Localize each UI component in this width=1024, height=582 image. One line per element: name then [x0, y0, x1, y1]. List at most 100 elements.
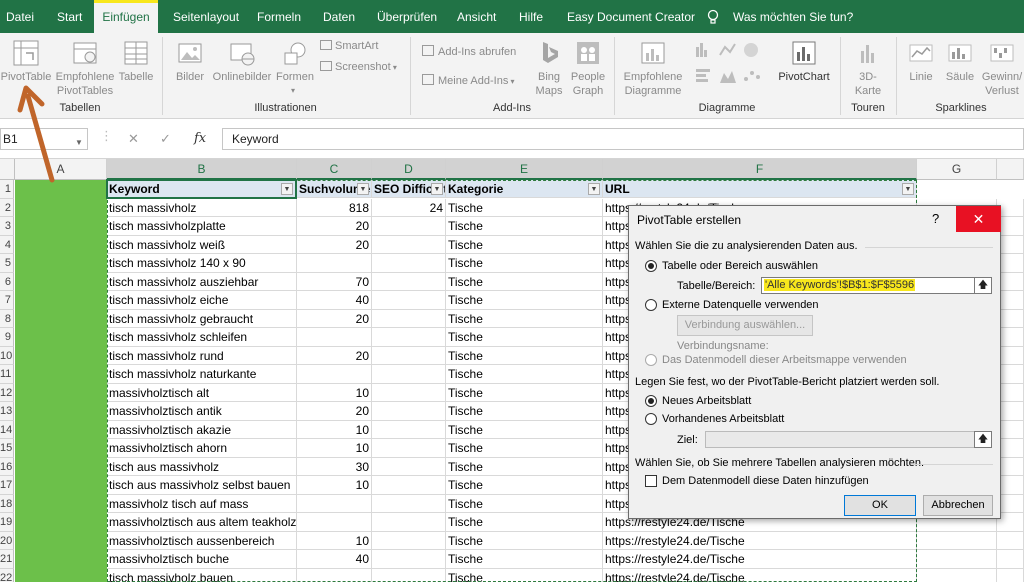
empty-cell[interactable]	[997, 457, 1024, 476]
search-volume-cell[interactable]	[297, 568, 372, 582]
row-header[interactable]: 6	[0, 272, 14, 291]
people-graph-button[interactable]: People Graph	[568, 33, 608, 97]
empty-cell[interactable]	[917, 568, 997, 582]
column-header-h[interactable]	[997, 159, 1024, 180]
filter-dropdown-search-volume[interactable]: ▼	[357, 183, 369, 195]
empty-cell[interactable]	[997, 254, 1024, 273]
radio-table-range[interactable]	[645, 260, 657, 272]
keyword-cell[interactable]: tisch massivholz schleifen	[107, 328, 297, 347]
category-cell[interactable]: Tische	[446, 217, 603, 236]
seo-difficulty-cell[interactable]	[372, 568, 446, 582]
row-header[interactable]: 5	[0, 254, 14, 273]
empty-cell[interactable]	[997, 568, 1024, 582]
empty-cell[interactable]	[997, 309, 1024, 328]
filter-dropdown-seo-difficulty[interactable]: ▼	[431, 183, 443, 195]
seo-difficulty-cell[interactable]	[372, 476, 446, 495]
keyword-cell[interactable]: tisch massivholz naturkante	[107, 365, 297, 384]
category-cell[interactable]: Tische	[446, 420, 603, 439]
seo-difficulty-cell[interactable]	[372, 254, 446, 273]
empty-cell[interactable]	[997, 550, 1024, 569]
row-header[interactable]: 13	[0, 402, 14, 421]
target-input[interactable]	[705, 431, 978, 448]
search-volume-cell[interactable]: 10	[297, 439, 372, 458]
row-header[interactable]: 18	[0, 494, 14, 513]
menu-daten[interactable]: Daten	[323, 0, 355, 33]
search-volume-cell[interactable]	[297, 254, 372, 273]
search-volume-cell[interactable]: 10	[297, 420, 372, 439]
filter-dropdown-category[interactable]: ▼	[588, 183, 600, 195]
row-header[interactable]: 9	[0, 328, 14, 347]
header-cell-url[interactable]: URL	[603, 180, 917, 198]
empty-cell[interactable]	[997, 328, 1024, 347]
category-cell[interactable]: Tische	[446, 550, 603, 569]
empty-cell[interactable]	[997, 531, 1024, 550]
keyword-cell[interactable]: massivholztisch buche	[107, 550, 297, 569]
category-cell[interactable]: Tische	[446, 346, 603, 365]
column-header-e[interactable]: E	[446, 159, 603, 180]
menu-hilfe[interactable]: Hilfe	[519, 0, 543, 33]
row-header[interactable]: 12	[0, 383, 14, 402]
seo-difficulty-cell[interactable]	[372, 291, 446, 310]
keyword-cell[interactable]: tisch massivholz gebraucht	[107, 309, 297, 328]
select-all-corner[interactable]	[0, 159, 15, 180]
seo-difficulty-cell[interactable]: 24	[372, 198, 446, 217]
chart-type-buttons[interactable]	[694, 41, 766, 91]
menu-ansicht[interactable]: Ansicht	[457, 0, 496, 33]
empty-cell[interactable]	[997, 513, 1024, 532]
seo-difficulty-cell[interactable]	[372, 513, 446, 532]
header-cell-keyword[interactable]: Keyword	[107, 180, 297, 198]
pivotchart-button[interactable]: PivotChart	[773, 33, 835, 97]
keyword-cell[interactable]: tisch aus massivholz selbst bauen	[107, 476, 297, 495]
row-header[interactable]: 3	[0, 217, 14, 236]
search-volume-cell[interactable]	[297, 513, 372, 532]
search-volume-cell[interactable]: 10	[297, 476, 372, 495]
category-cell[interactable]: Tische	[446, 568, 603, 582]
help-icon[interactable]: ?	[932, 211, 939, 226]
empty-cell[interactable]	[997, 402, 1024, 421]
category-cell[interactable]: Tische	[446, 328, 603, 347]
search-volume-cell[interactable]: 20	[297, 217, 372, 236]
seo-difficulty-cell[interactable]	[372, 457, 446, 476]
menu-ueberpruefen[interactable]: Überprüfen	[377, 0, 437, 33]
radio-table-range-label[interactable]: Tabelle oder Bereich auswählen	[662, 260, 818, 272]
column-header-f[interactable]: F	[603, 159, 917, 180]
keyword-cell[interactable]: tisch massivholzplatte	[107, 217, 297, 236]
row-header[interactable]: 22	[0, 568, 14, 582]
confirm-icon[interactable]: ✓	[160, 131, 171, 147]
ok-button[interactable]: OK	[844, 495, 916, 516]
seo-difficulty-cell[interactable]	[372, 402, 446, 421]
cancel-icon[interactable]: ✕	[128, 131, 139, 147]
empty-cell[interactable]	[917, 531, 997, 550]
empty-cell[interactable]	[997, 365, 1024, 384]
category-cell[interactable]: Tische	[446, 198, 603, 217]
search-volume-cell[interactable]: 70	[297, 272, 372, 291]
category-cell[interactable]: Tische	[446, 402, 603, 421]
column-header-g[interactable]: G	[917, 159, 997, 180]
screenshot-button[interactable]: Screenshot ▾	[320, 60, 397, 75]
seo-difficulty-cell[interactable]	[372, 328, 446, 347]
row-header[interactable]: 4	[0, 235, 14, 254]
insert-function-icon[interactable]: fx	[194, 131, 206, 146]
empty-cell[interactable]	[997, 476, 1024, 495]
target-collapse-icon[interactable]: 🡅	[974, 431, 992, 448]
close-button[interactable]: ✕	[956, 206, 1001, 232]
search-volume-cell[interactable]: 30	[297, 457, 372, 476]
category-cell[interactable]: Tische	[446, 235, 603, 254]
seo-difficulty-cell[interactable]	[372, 420, 446, 439]
get-addins-button[interactable]: Add-Ins abrufen	[422, 45, 516, 59]
sparkline-line-button[interactable]: Linie	[902, 33, 940, 97]
seo-difficulty-cell[interactable]	[372, 272, 446, 291]
row-header[interactable]: 8	[0, 309, 14, 328]
search-volume-cell[interactable]: 10	[297, 531, 372, 550]
menu-seitenlayout[interactable]: Seitenlayout	[173, 0, 239, 33]
url-cell[interactable]: https://restyle24.de/Tische	[603, 568, 917, 582]
empty-cell[interactable]	[997, 420, 1024, 439]
my-addins-button[interactable]: Meine Add-Ins ▾	[422, 74, 515, 89]
keyword-cell[interactable]: massivholztisch akazie	[107, 420, 297, 439]
column-header-d[interactable]: D	[372, 159, 446, 180]
row-header[interactable]: 1	[0, 180, 14, 199]
keyword-cell[interactable]: massivholztisch aus altem teakholz	[107, 513, 297, 532]
add-to-data-model-checkbox[interactable]	[645, 475, 657, 487]
seo-difficulty-cell[interactable]	[372, 383, 446, 402]
category-cell[interactable]: Tische	[446, 531, 603, 550]
